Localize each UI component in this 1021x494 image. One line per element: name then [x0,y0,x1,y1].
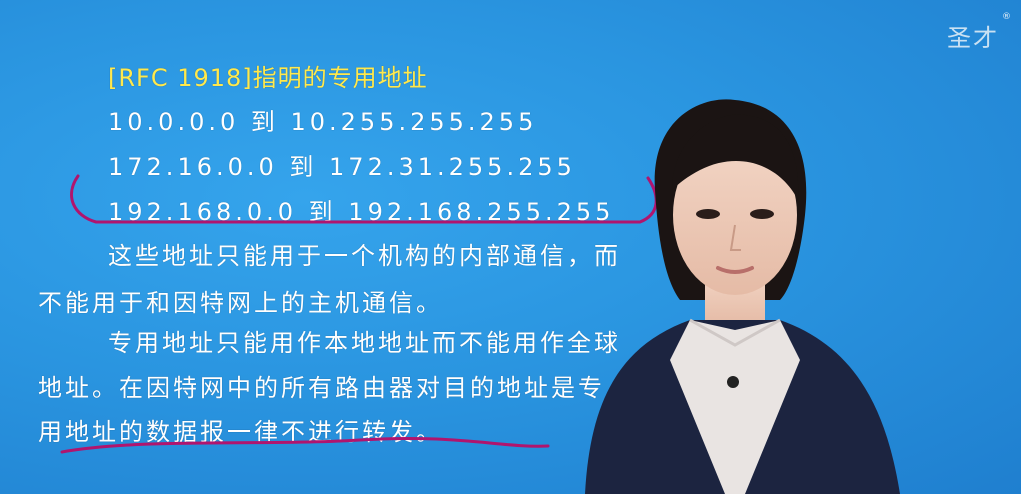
registered-mark: ® [1002,12,1011,22]
brand-logo: 圣才 [947,24,999,52]
lecture-slide: [RFC 1918]指明的专用地址 10.0.0.0 到 10.255.255.… [0,0,1021,494]
presenter-figure [585,99,900,494]
